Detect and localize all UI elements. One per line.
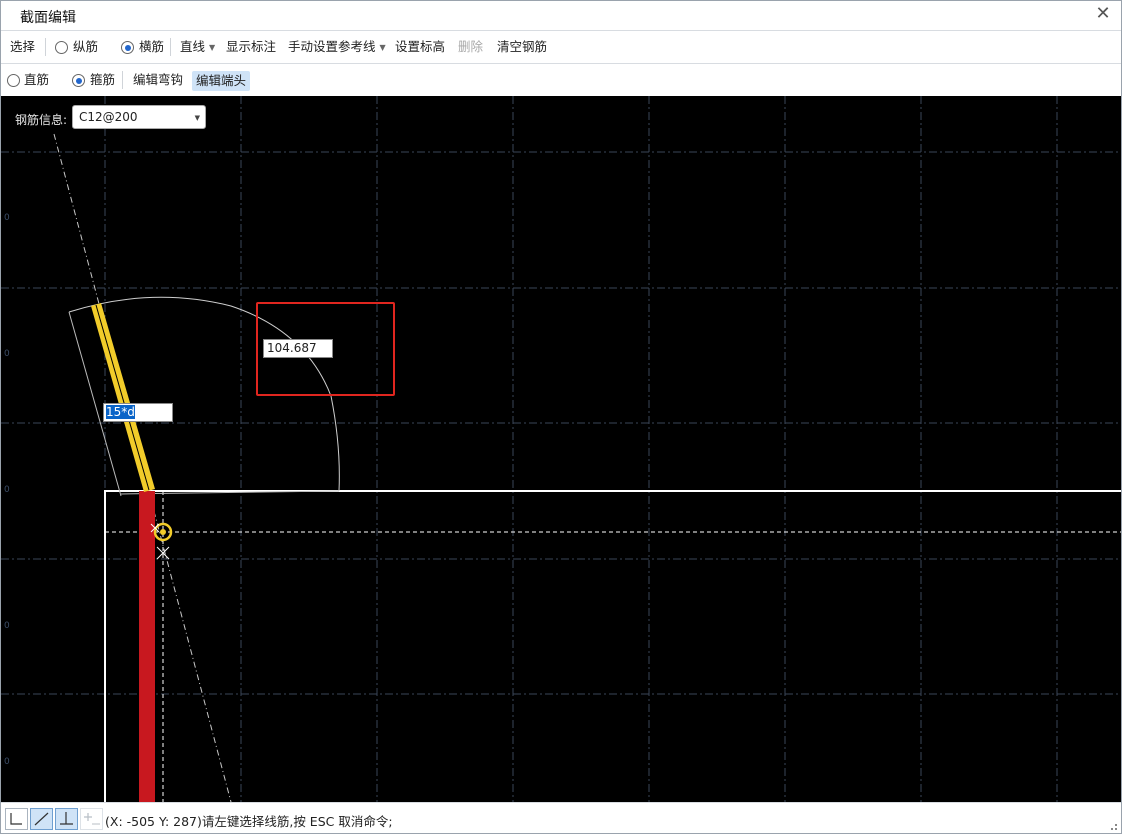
longitudinal-radio-label[interactable]: 纵筋 (73, 31, 98, 63)
delete-button[interactable]: 删除 (458, 31, 483, 63)
ortho-snap-icon (10, 813, 22, 825)
rebar-type-toolbar: 直筋 箍筋 编辑弯钩 编辑端头 (1, 63, 1121, 97)
drawing-canvas[interactable]: 0 0 0 0 0 钢筋信息: C12@200 ▼ 104.687 15*d (1, 96, 1121, 802)
stirrup-radio-label[interactable]: 箍筋 (90, 64, 115, 96)
status-message: (X: -505 Y: 287)请左键选择线筋,按 ESC 取消命令; (105, 814, 393, 829)
title-bar: 截面编辑 ✕ (1, 1, 1121, 29)
show-dimensions-button[interactable]: 显示标注 (226, 31, 276, 63)
add-point-icon (84, 813, 100, 825)
set-elevation-button[interactable]: 设置标高 (395, 31, 445, 63)
rebar-info-label: 钢筋信息: (15, 113, 68, 127)
select-button[interactable]: 选择 (10, 31, 35, 63)
y-tick-label: 0 (4, 621, 10, 631)
rebar-info-select[interactable]: C12@200 ▼ (72, 105, 206, 129)
straight-bar-radio-label[interactable]: 直筋 (24, 64, 49, 96)
section-outline (104, 490, 1121, 802)
rebar-info-value: C12@200 (79, 110, 138, 124)
line-tool-icon (34, 812, 49, 826)
close-icon[interactable]: ✕ (1093, 4, 1113, 24)
vertical-rebar[interactable] (139, 491, 155, 802)
main-toolbar: 选择 纵筋 横筋 直线 ▼ 显示标注 手动设置参考线 ▼ 设置标高 删除 清空钢筋 (1, 30, 1121, 63)
window-title: 截面编辑 (20, 10, 76, 26)
toolbar-divider (122, 71, 123, 89)
toolbar-divider (170, 38, 171, 56)
hook-length-selected-text: 15*d (106, 405, 135, 419)
dropdown-caret-icon: ▼ (209, 43, 216, 52)
y-tick-label: 0 (4, 349, 10, 359)
y-tick-label: 0 (4, 757, 10, 767)
perpendicular-icon (60, 812, 73, 825)
resize-grip-icon[interactable] (1108, 821, 1118, 831)
add-point-button[interactable] (80, 808, 103, 830)
line-mode-label: 直线 (180, 39, 206, 54)
clear-rebar-button[interactable]: 清空钢筋 (497, 31, 547, 63)
perpendicular-button[interactable] (55, 808, 78, 830)
section-editor-window: 截面编辑 ✕ 选择 纵筋 横筋 直线 ▼ 显示标注 手动设置参考线 ▼ 设置标高 删… (0, 0, 1122, 834)
y-tick-label: 0 (4, 213, 10, 223)
line-tool-button[interactable] (30, 808, 53, 830)
radio-icon[interactable] (55, 41, 68, 54)
dropdown-caret-icon: ▼ (194, 114, 200, 122)
snap-marker-dot (160, 529, 166, 535)
cad-drawing (1, 96, 1121, 802)
edit-hook-button[interactable]: 编辑弯钩 (133, 64, 183, 96)
y-tick-label: 0 (4, 485, 10, 495)
length-input[interactable]: 104.687 (263, 339, 333, 358)
transverse-radio-label[interactable]: 横筋 (139, 31, 164, 63)
ortho-snap-button[interactable] (5, 808, 28, 830)
line-mode-dropdown[interactable]: 直线 ▼ (180, 31, 215, 63)
manual-reference-dropdown[interactable]: 手动设置参考线 ▼ (288, 31, 386, 63)
grid-lines (1, 96, 1121, 802)
toolbar-divider (45, 38, 46, 56)
radio-icon[interactable] (72, 74, 85, 87)
hook-length-input[interactable]: 15*d (103, 403, 173, 422)
radio-icon[interactable] (7, 74, 20, 87)
hook-rebar-centerline (95, 304, 150, 491)
dropdown-caret-icon: ▼ (379, 43, 386, 52)
edit-end-button[interactable]: 编辑端头 (192, 71, 251, 91)
radio-icon[interactable] (121, 41, 134, 54)
manual-reference-label: 手动设置参考线 (288, 39, 376, 54)
status-bar: (X: -505 Y: 287)请左键选择线筋,按 ESC 取消命令; (1, 802, 1121, 833)
